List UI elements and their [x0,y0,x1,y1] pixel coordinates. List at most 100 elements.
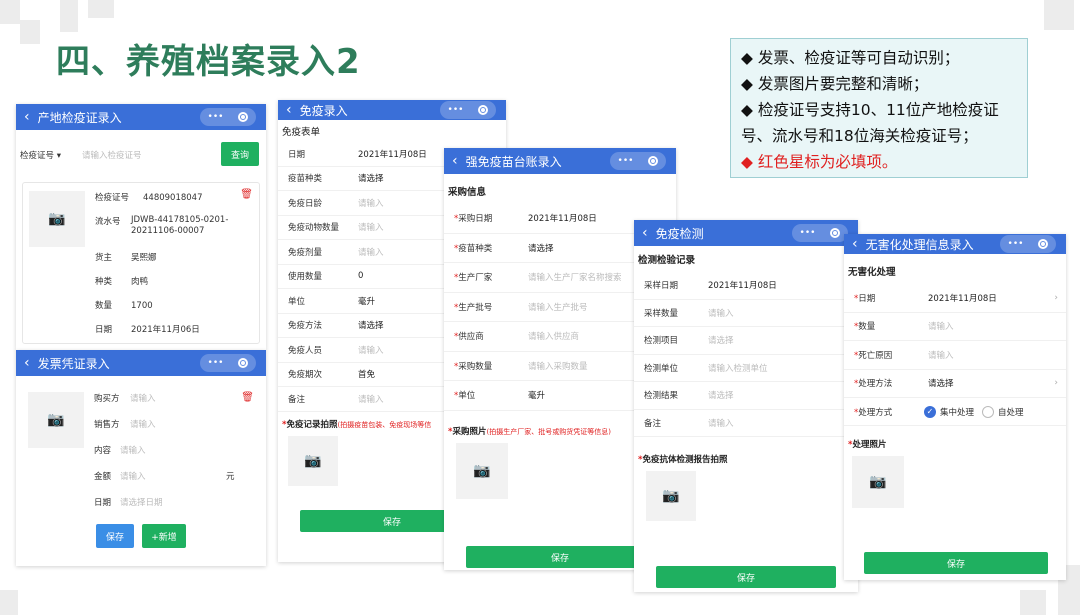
delete-icon[interactable]: 🗑 [241,392,254,403]
field-label-text: 供应商 [458,332,484,343]
search-type-select[interactable]: 检疫证号 ▾ [20,149,61,161]
save-button[interactable]: 保存 [466,546,654,568]
capsule-menu[interactable]: ••• [1000,235,1056,253]
more-icon[interactable]: ••• [1008,239,1024,249]
screen-title: 强免疫苗台账录入 [465,154,562,169]
search-input[interactable]: 请输入检疫证号 [82,149,142,161]
field-placeholder: 请输入 [358,198,384,209]
query-button[interactable]: 查询 [221,142,259,166]
more-icon[interactable]: ••• [800,228,816,238]
field-label: 采样日期 [644,279,708,291]
form-row[interactable]: *日期 2021年11月08日 › [844,284,1066,313]
bg-deco [1020,590,1046,615]
more-icon[interactable]: ••• [208,358,224,368]
field-value: 2021年11月08日 [528,214,597,225]
photo-label: 免疫抗体检测报告拍照 [642,455,728,465]
field-label: *采购数量 [454,360,528,372]
camera-icon[interactable]: 📷 [29,191,85,247]
close-mini-icon[interactable] [478,105,489,115]
close-mini-icon[interactable] [1038,239,1049,249]
form-row[interactable]: 检测单位 请输入检测单位 [634,355,858,382]
radio-self[interactable]: 自处理 [982,405,1024,418]
field-label: 日期 [95,325,113,335]
capsule-menu[interactable]: ••• [792,224,848,242]
save-button[interactable]: 保存 [96,524,134,548]
notes-box: ◆ 发票、检疫证等可自动识别； ◆ 发票图片要完整和清晰； ◆ 检疫证号支持10… [730,38,1028,178]
harmless-treatment-screen: ‹ 无害化处理信息录入 ••• 无害化处理 *日期 2021年11月08日 › *数量… [844,234,1066,580]
field-label: 备注 [644,417,708,429]
camera-icon[interactable]: 📷 [288,435,338,486]
field-placeholder: 请输入 [120,446,146,456]
capsule-menu[interactable]: ••• [200,354,256,372]
back-icon[interactable]: ‹ [24,355,30,371]
delete-icon[interactable]: 🗑 [240,189,253,200]
more-icon[interactable]: ••• [208,112,224,122]
field-label-text: 免疫期次 [288,370,323,381]
chevron-right-icon[interactable]: › [1054,378,1058,388]
camera-icon[interactable]: 📷 [852,456,904,508]
form-row[interactable]: 采样数量 请输入 [634,300,858,327]
field-label-text: 数量 [858,322,876,333]
capsule-menu[interactable]: ••• [440,101,496,119]
form-row[interactable]: *死亡原因 请输入 [844,341,1066,370]
field-label-text: 免疫动物数量 [288,223,340,234]
close-mini-icon[interactable] [238,112,249,122]
invoice-field[interactable]: 日期 请选择日期 [94,496,163,508]
back-icon[interactable]: ‹ [852,236,858,252]
invoice-field[interactable]: 金额 请输入 [94,470,146,482]
field-placeholder: 请输入 [928,322,954,333]
camera-icon[interactable]: 📷 [28,392,84,448]
field-value: 0 [358,271,364,282]
capsule-menu[interactable]: ••• [610,152,666,170]
field-placeholder: 请输入生产厂家名称搜索 [528,273,622,284]
field-placeholder: 请输入检测单位 [708,363,768,374]
close-mini-icon[interactable] [238,358,249,368]
form-row[interactable]: 检测项目 请选择 [634,327,858,355]
bg-deco [88,0,114,18]
capsule-menu[interactable]: ••• [200,108,256,126]
checked-icon[interactable]: ✓ [924,405,936,418]
form-row[interactable]: 备注 请输入 [634,410,858,437]
save-button[interactable]: 保存 [864,552,1048,574]
invoice-field[interactable]: 购买方 请输入 [94,392,156,404]
close-mini-icon[interactable] [648,156,659,166]
unchecked-icon[interactable] [982,405,995,418]
field-label-text: 单位 [288,296,306,307]
form-row[interactable]: *数量 请输入 [844,313,1066,341]
field-label-text: 单位 [458,391,476,402]
close-mini-icon[interactable] [830,228,841,238]
invoice-field[interactable]: 内容 请输入 [94,444,146,456]
field-label-text: 免疫剂量 [288,247,323,258]
field-label-text: 采购日期 [458,214,493,225]
more-icon[interactable]: ••• [448,105,464,115]
invoice-field[interactable]: 销售方 请输入 [94,418,156,430]
form-row[interactable]: *处理方法 请选择 › [844,370,1066,398]
more-icon[interactable]: ••• [618,156,634,166]
field-label: *日期 [854,292,928,304]
add-button[interactable]: +新增 [142,524,186,548]
field-label: 采样数量 [644,307,708,319]
field-label: 备注 [288,393,358,405]
back-icon[interactable]: ‹ [642,225,648,241]
back-icon[interactable]: ‹ [452,153,458,169]
save-button[interactable]: 保存 [656,566,836,588]
form-row[interactable]: 检测结果 请选择 [634,382,858,410]
back-icon[interactable]: ‹ [24,109,30,125]
camera-icon[interactable]: 📷 [456,442,508,499]
field-label: 疫苗种类 [288,172,358,184]
bg-deco [60,0,78,32]
back-icon[interactable]: ‹ [286,102,292,118]
form-row[interactable]: 采样日期 2021年11月08日 [634,272,858,300]
radio-central[interactable]: ✓ 集中处理 [924,405,974,418]
note-line: ◆ 检疫证号支持10、11位产地检疫证号、流水号和18位海关检疫证号； [741,101,999,145]
camera-icon[interactable]: 📷 [646,471,696,521]
method-label-text: 处理方式 [858,407,893,418]
field-placeholder: 请输入 [708,418,734,429]
field-value: 2021年11月08日 [358,149,427,160]
field-label: 单位 [288,295,358,307]
chevron-right-icon[interactable]: › [1054,293,1058,303]
field-value: 请选择 [358,174,384,185]
screen-title: 免疫录入 [299,103,348,118]
card-field: 种类 肉鸭 [95,275,148,287]
field-label-text: 备注 [644,418,662,429]
